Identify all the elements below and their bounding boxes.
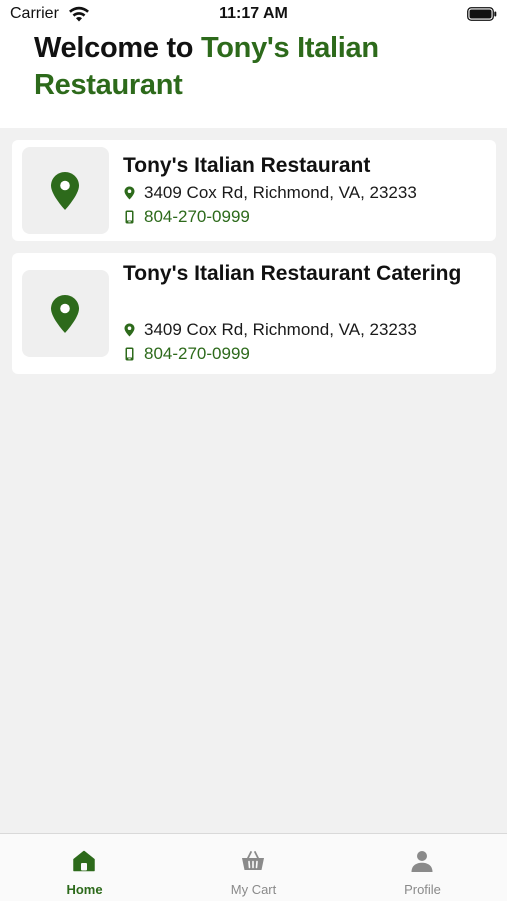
location-name: Tony's Italian Restaurant Catering (123, 262, 462, 285)
location-phone-link[interactable]: 804-270-0999 (144, 207, 250, 227)
location-address-row: 3409 Cox Rd, Richmond, VA, 23233 (124, 182, 417, 204)
header: Welcome to Tony's Italian Restaurant (0, 30, 507, 128)
tab-my-cart-label: My Cart (230, 882, 277, 897)
status-bar: Carrier 11:17 AM (0, 0, 507, 30)
battery-icon (467, 7, 497, 21)
phone-icon (125, 210, 134, 224)
tab-my-cart[interactable]: My Cart (169, 834, 338, 901)
welcome-prefix: Welcome to (34, 32, 201, 64)
status-time: 11:17 AM (219, 5, 288, 22)
tab-home-label: Home (66, 882, 103, 897)
location-name: Tony's Italian Restaurant (123, 154, 371, 177)
location-address: 3409 Cox Rd, Richmond, VA, 23233 (144, 320, 417, 339)
phone-icon (125, 347, 134, 361)
map-pin-icon (51, 172, 79, 210)
location-card[interactable]: Tony's Italian Restaurant 3409 Cox Rd, R… (12, 140, 496, 241)
location-icon-tile (22, 270, 109, 357)
address-pin-icon (124, 323, 135, 337)
tab-home[interactable]: Home (0, 834, 169, 901)
location-phone-link[interactable]: 804-270-0999 (144, 344, 250, 364)
tab-profile-label: Profile (404, 882, 441, 897)
person-icon (411, 851, 433, 872)
location-phone-row[interactable]: 804-270-0999 (124, 206, 250, 228)
basket-icon (242, 851, 264, 870)
location-address-row: 3409 Cox Rd, Richmond, VA, 23233 (124, 319, 417, 341)
map-pin-icon (51, 295, 79, 333)
location-address: 3409 Cox Rd, Richmond, VA, 23233 (144, 183, 417, 202)
tab-profile[interactable]: Profile (338, 834, 507, 901)
tab-bar: Home My Cart Profile (0, 833, 507, 901)
location-icon-tile (22, 147, 109, 234)
location-card[interactable]: Tony's Italian Restaurant Catering 3409 … (12, 253, 496, 374)
home-icon (73, 850, 95, 872)
address-pin-icon (124, 186, 135, 200)
page-title: Welcome to Tony's Italian Restaurant (34, 30, 474, 104)
location-phone-row[interactable]: 804-270-0999 (124, 343, 250, 365)
